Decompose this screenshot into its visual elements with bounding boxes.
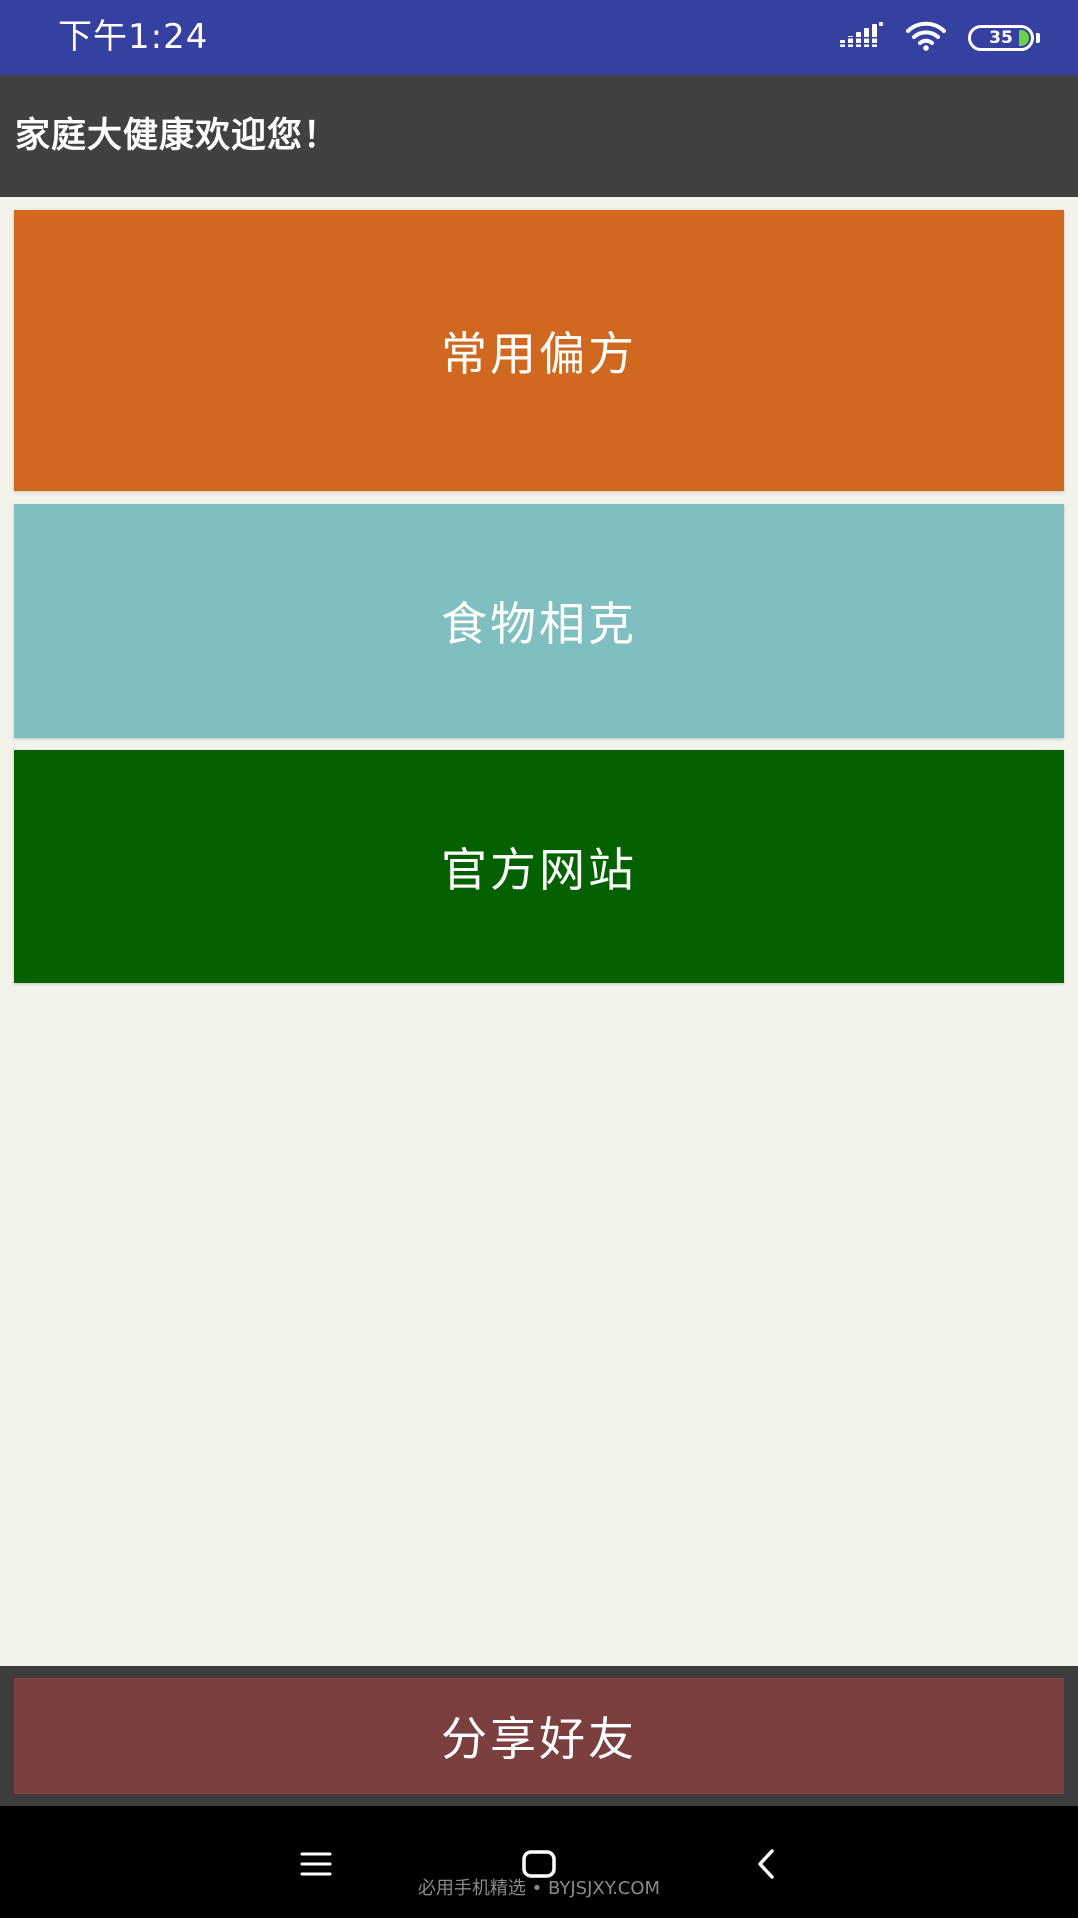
- watermark: 必用手机精选 • BYJSJXY.COM: [417, 1878, 661, 1899]
- battery-icon: 35: [968, 25, 1034, 51]
- share-friends-button[interactable]: 分享好友: [14, 1678, 1064, 1794]
- menu-item-home-remedies-button[interactable]: 常用偏方: [14, 210, 1064, 491]
- wifi-icon: [906, 21, 946, 55]
- menu-item-food-incompatibility-button[interactable]: 食物相克: [14, 504, 1064, 738]
- app-bar: 家庭大健康欢迎您！: [0, 75, 1078, 197]
- status-bar: 下午1:24 35: [0, 0, 1078, 75]
- menu-item-official-website-button[interactable]: 官方网站: [14, 750, 1064, 983]
- battery-tip: [1036, 33, 1040, 43]
- app-screen: 下午1:24 35 家庭大健康欢迎您！ 常用偏方 食物相克 官方网站 分享好友 …: [0, 0, 1078, 1918]
- app-title: 家庭大健康欢迎您！: [15, 116, 340, 156]
- battery-level: 35: [989, 28, 1013, 48]
- bottom-panel: 分享好友: [0, 1666, 1078, 1806]
- status-icons: 35: [840, 18, 1040, 58]
- signal-icon: [840, 22, 884, 54]
- status-time: 下午1:24: [58, 17, 209, 57]
